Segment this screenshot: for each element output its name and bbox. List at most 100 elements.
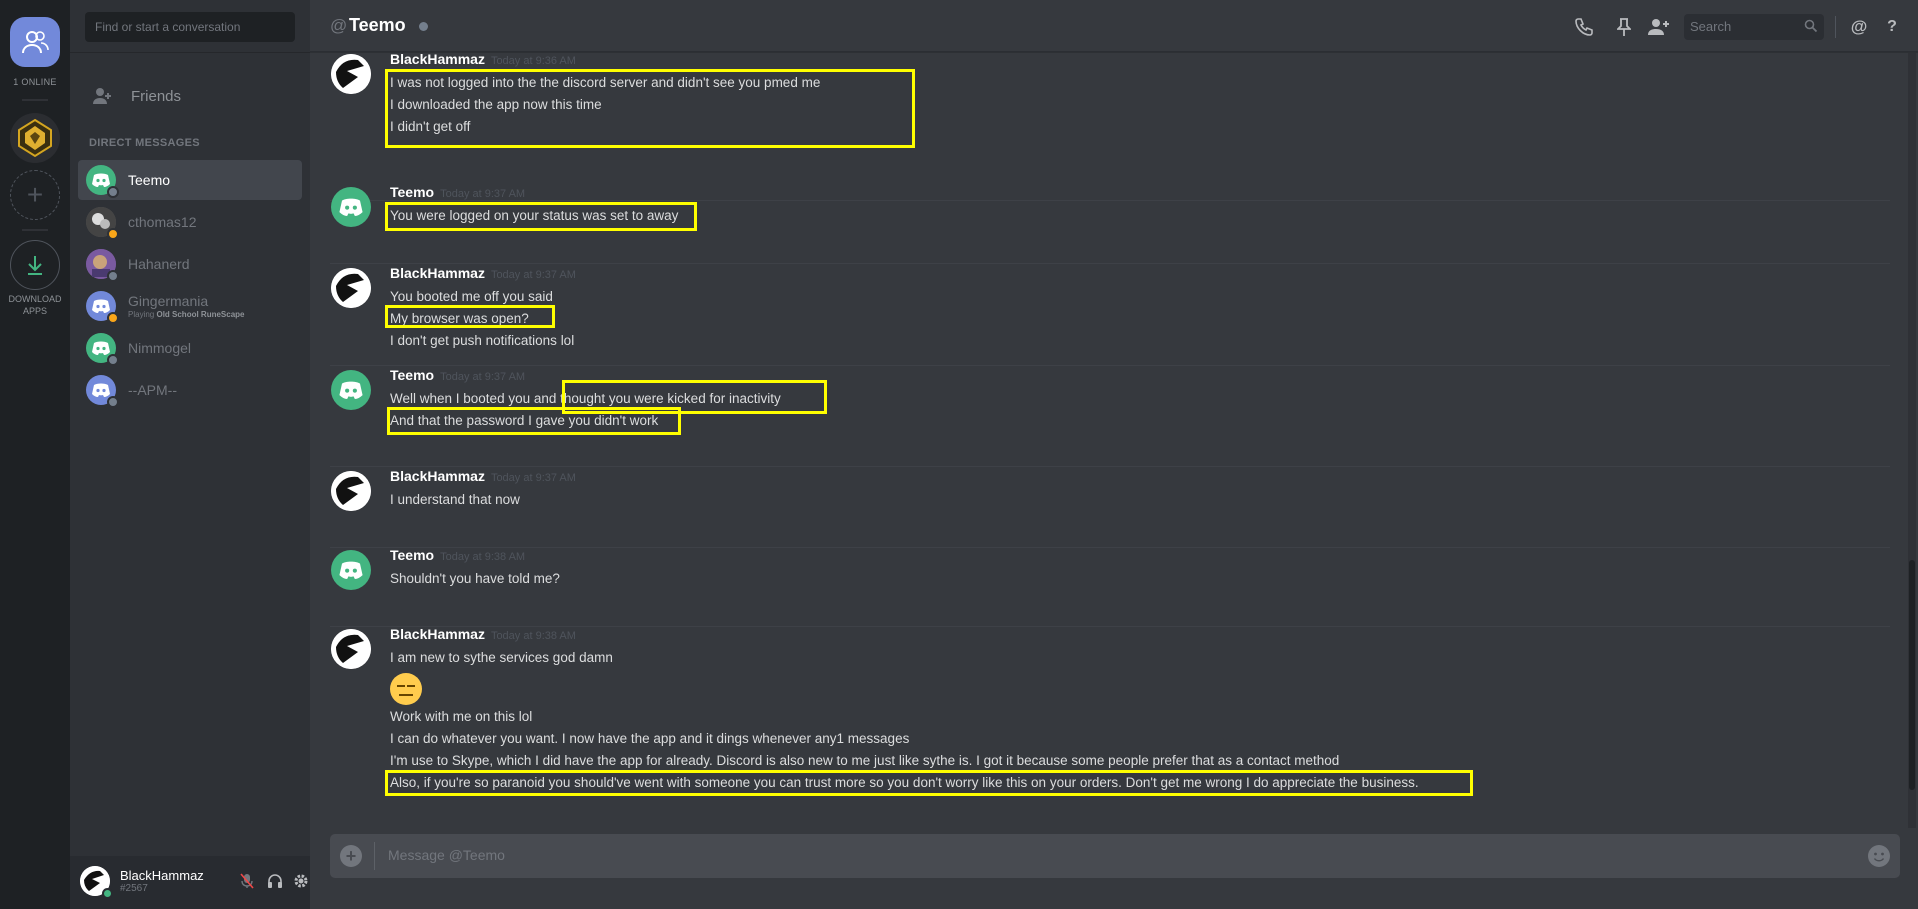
avatar[interactable] xyxy=(331,268,371,308)
message-author[interactable]: Teemo Today at 9:38 AM xyxy=(390,547,525,563)
avatar[interactable] xyxy=(331,54,371,94)
message-text: I am new to sythe services god damn xyxy=(390,650,613,665)
dm-item-apm[interactable]: --APM-- xyxy=(78,370,302,410)
avatar[interactable] xyxy=(331,629,371,669)
message-group: BlackHammaz Today at 9:36 AM I was not lo… xyxy=(330,53,1890,201)
dm-item-teemo[interactable]: Teemo xyxy=(78,160,302,200)
message-author[interactable]: Teemo Today at 9:37 AM xyxy=(390,184,525,200)
message-author[interactable]: BlackHammaz Today at 9:37 AM xyxy=(390,468,576,484)
discord-logo-icon xyxy=(92,341,110,355)
scrollbar-thumb[interactable] xyxy=(1909,560,1915,790)
dm-activity: Playing Old School RuneScape xyxy=(128,310,244,319)
author-name[interactable]: Teemo xyxy=(390,547,434,563)
emoji-picker-button[interactable] xyxy=(1868,845,1890,867)
avatar[interactable] xyxy=(331,187,371,227)
user-panel: BlackHammaz #2567 xyxy=(70,856,310,909)
deafen-button[interactable] xyxy=(266,872,284,890)
user-tag: #2567 xyxy=(120,883,148,894)
add-friend-button[interactable] xyxy=(1648,16,1670,38)
headphones-icon xyxy=(268,874,282,888)
message-text: I don't get push notifications lol xyxy=(390,333,575,348)
author-name[interactable]: BlackHammaz xyxy=(390,626,485,642)
author-name[interactable]: BlackHammaz xyxy=(390,265,485,281)
plus-icon: + xyxy=(26,179,44,210)
avatar xyxy=(86,165,119,198)
search-icon xyxy=(1804,19,1818,36)
download-apps-button[interactable] xyxy=(10,240,60,290)
message-author[interactable]: Teemo Today at 9:37 AM xyxy=(390,367,525,383)
message-group: Teemo Today at 9:38 AM Shouldn't you have… xyxy=(330,547,1890,627)
user-avatar-icon xyxy=(331,471,371,511)
highlight-box xyxy=(385,770,1473,796)
pinned-messages-button[interactable] xyxy=(1613,16,1635,38)
status-indicator xyxy=(107,354,119,366)
dm-item-hahanerd[interactable]: Hahanerd xyxy=(78,244,302,284)
download-icon xyxy=(28,256,42,275)
message-timestamp: Today at 9:36 AM xyxy=(490,55,576,67)
status-indicator xyxy=(419,22,428,31)
dm-item-gingermania[interactable]: Gingermania Playing Old School RuneScape xyxy=(78,286,302,326)
message-author[interactable]: BlackHammaz Today at 9:38 AM xyxy=(390,626,576,642)
avatar xyxy=(86,333,119,366)
user-avatar-icon xyxy=(331,268,371,308)
direct-messages-header: DIRECT MESSAGES xyxy=(89,137,200,149)
dm-name: Teemo xyxy=(128,172,171,188)
dm-name: Hahanerd xyxy=(128,256,190,272)
mentions-button[interactable]: @ xyxy=(1848,16,1870,38)
avatar xyxy=(86,375,119,408)
add-server-button[interactable]: + xyxy=(10,170,60,220)
message-text: Shouldn't you have told me? xyxy=(390,571,560,586)
message-list: BlackHammaz Today at 9:36 AM I was not lo… xyxy=(310,53,1908,828)
avatar[interactable] xyxy=(331,550,371,590)
author-name[interactable]: Teemo xyxy=(390,184,434,200)
message-timestamp: Today at 9:38 AM xyxy=(440,551,526,563)
channel-title: Teemo xyxy=(349,15,406,35)
message-author[interactable]: BlackHammaz Today at 9:36 AM xyxy=(390,53,576,67)
status-indicator xyxy=(107,228,119,240)
avatar[interactable] xyxy=(331,370,371,410)
user-settings-button[interactable] xyxy=(292,872,310,890)
highlight-box xyxy=(385,202,697,231)
help-button[interactable]: ? xyxy=(1881,16,1903,38)
download-label-line: APPS xyxy=(22,306,47,316)
home-button[interactable] xyxy=(10,17,60,67)
server-emblem-icon xyxy=(18,118,52,158)
dm-name: --APM-- xyxy=(128,382,177,398)
download-apps-label: DOWNLOAD APPS xyxy=(0,293,70,317)
message-text: Work with me on this lol xyxy=(390,709,533,724)
message-text: I understand that now xyxy=(390,492,520,507)
message-text: You booted me off you said xyxy=(390,289,553,304)
highlight-box xyxy=(385,69,915,148)
friends-nav-item[interactable]: Friends xyxy=(85,80,295,112)
online-count: 1 ONLINE xyxy=(13,77,57,87)
server-icon[interactable] xyxy=(10,113,60,163)
find-conversation-input[interactable]: Find or start a conversation xyxy=(85,12,295,42)
dm-item-nimmogel[interactable]: Nimmogel xyxy=(78,328,302,368)
message-text: I'm use to Skype, which I did have the a… xyxy=(390,753,1340,768)
download-label-line: DOWNLOAD xyxy=(8,294,62,304)
message-input[interactable]: Message @Teemo xyxy=(388,847,505,863)
microphone-muted-icon xyxy=(240,873,254,889)
message-author[interactable]: BlackHammaz Today at 9:37 AM xyxy=(390,265,576,281)
plus-icon: + xyxy=(345,845,357,866)
status-indicator xyxy=(107,270,119,282)
author-name[interactable]: BlackHammaz xyxy=(390,468,485,484)
message-timestamp: Today at 9:37 AM xyxy=(490,472,576,484)
voice-call-button[interactable] xyxy=(1573,16,1595,38)
search-input[interactable]: Search xyxy=(1684,14,1824,40)
discord-logo-icon xyxy=(339,381,363,399)
upload-button[interactable]: + xyxy=(340,845,362,867)
avatar[interactable] xyxy=(331,471,371,511)
sidebar-divider xyxy=(70,52,310,53)
message-text: I can do whatever you want. I now have t… xyxy=(390,731,910,746)
message-composer: + Message @Teemo xyxy=(330,834,1900,878)
dm-sidebar: Find or start a conversation Friends DIR… xyxy=(70,0,310,909)
user-avatar-icon xyxy=(331,54,371,94)
avatar xyxy=(86,249,119,282)
message-group: Teemo Today at 9:37 AM You were logged on… xyxy=(330,184,1890,264)
author-name[interactable]: Teemo xyxy=(390,367,434,383)
author-name[interactable]: BlackHammaz xyxy=(390,53,485,67)
highlight-box xyxy=(385,305,555,328)
mute-button[interactable] xyxy=(238,872,256,890)
dm-item-cthomas12[interactable]: cthomas12 xyxy=(78,202,302,242)
